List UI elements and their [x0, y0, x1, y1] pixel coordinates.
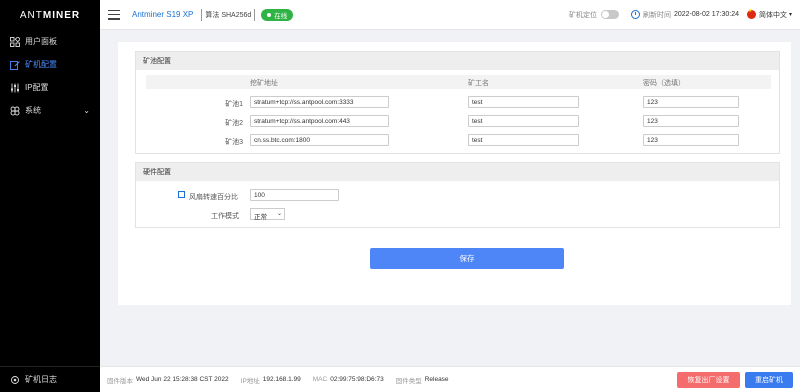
work-mode-label: 工作模式 — [211, 213, 239, 220]
top-right-controls: 矿机定位 刷新时间 2022-08-02 17:30:24 简体中文 ▾ — [568, 8, 792, 20]
sidebar-item-dashboard[interactable]: 用户面板 — [0, 30, 100, 53]
sidebar-item-label: 矿机配置 — [25, 60, 57, 69]
status-text: 在线 — [274, 12, 288, 20]
settings-log-icon — [9, 374, 20, 385]
sidebar-item-miner-log[interactable]: 矿机日志 — [0, 366, 100, 392]
pool-password-input[interactable] — [643, 134, 739, 146]
work-mode-select[interactable]: 正常 ⌄ — [250, 208, 285, 221]
firmware-type-value: Release — [424, 376, 449, 383]
online-dot-icon — [267, 12, 272, 17]
chevron-down-icon: ⌄ — [276, 211, 282, 217]
fan-speed-label: 风扇转速百分比 — [189, 194, 238, 201]
fan-speed-input[interactable] — [250, 189, 339, 201]
header-url: 挖矿地址 — [250, 80, 278, 87]
china-flag-icon[interactable] — [746, 8, 756, 19]
hardware-config-section: 硬件配置 风扇转速百分比 工作模式 正常 ⌄ — [135, 162, 780, 228]
pool-config-section: 矿池配置 挖矿地址 矿工名 密码（选填） 矿池1 矿池2 矿池3 — [135, 51, 780, 154]
pool-worker-input[interactable] — [468, 134, 579, 146]
pool-row: 矿池1 — [136, 96, 781, 110]
status-badge: 在线 — [261, 8, 294, 21]
pool-password-input[interactable] — [643, 96, 739, 108]
save-button[interactable]: 保存 — [370, 248, 564, 269]
config-panel: 矿池配置 挖矿地址 矿工名 密码（选填） 矿池1 矿池2 矿池3 — [118, 42, 791, 305]
header-worker: 矿工名 — [468, 80, 489, 87]
pool-table-header: 挖矿地址 矿工名 密码（选填） — [146, 75, 771, 89]
algorithm-badge: 算法 SHA256d — [201, 8, 256, 21]
chevron-down-icon[interactable]: ▾ — [789, 11, 792, 18]
firmware-version-label: 固件版本 — [107, 377, 133, 385]
hamburger-menu-icon[interactable] — [108, 9, 120, 20]
main-content: 矿池配置 挖矿地址 矿工名 密码（选填） 矿池1 矿池2 矿池3 — [100, 30, 800, 366]
edit-config-icon — [9, 59, 20, 70]
pool-row: 矿池2 — [136, 115, 781, 129]
language-select[interactable]: 简体中文 — [759, 10, 787, 20]
sliders-icon — [9, 82, 20, 93]
locate-label: 矿机定位 — [568, 11, 597, 19]
system-icon — [9, 105, 20, 116]
refresh-datetime: 2022-08-02 17:30:24 — [673, 11, 739, 18]
pool-worker-input[interactable] — [468, 96, 579, 108]
work-mode-value: 正常 — [254, 214, 267, 221]
sidebar-item-system[interactable]: 系统 ⌄ — [0, 99, 100, 122]
sidebar: ANT MINER 用户面板 矿机配置 IP配置 系统 ⌄ 矿机日志 — [0, 0, 100, 392]
firmware-type-label: 固件类型 — [395, 377, 422, 385]
ip-label: IP地址 — [240, 377, 260, 385]
refresh-label: 刷新时间 — [642, 11, 671, 19]
firmware-version-value: Wed Jun 22 15:28:38 CST 2022 — [136, 376, 229, 383]
top-bar: Antminer S19 XP 算法 SHA256d 在线 矿机定位 刷新时间 … — [100, 0, 800, 30]
mac-label: MAC — [312, 376, 328, 383]
locate-toggle[interactable] — [600, 10, 619, 19]
fan-speed-row: 风扇转速百分比 — [136, 189, 781, 203]
pool-label: 矿池1 — [225, 101, 243, 108]
sidebar-item-label: 系统 — [25, 106, 41, 115]
mac-value: 02:99:75:98:D6:73 — [330, 376, 384, 383]
sidebar-item-label: IP配置 — [25, 83, 49, 92]
factory-reset-button[interactable]: 恢复出厂设置 — [677, 372, 740, 388]
header-password: 密码（选填） — [643, 80, 685, 87]
work-mode-row: 工作模式 正常 ⌄ — [136, 208, 781, 222]
section-title: 硬件配置 — [136, 163, 779, 181]
sidebar-item-label: 用户面板 — [25, 37, 57, 46]
miner-model: Antminer S19 XP — [132, 10, 194, 19]
sidebar-item-ip-config[interactable]: IP配置 — [0, 76, 100, 99]
chevron-down-icon: ⌄ — [83, 106, 90, 115]
pool-label: 矿池3 — [225, 139, 243, 146]
pool-row: 矿池3 — [136, 134, 781, 148]
section-title: 矿池配置 — [136, 52, 779, 70]
pool-label: 矿池2 — [225, 120, 243, 127]
logo-text-bold: MINER — [42, 9, 81, 21]
pool-url-input[interactable] — [250, 134, 389, 146]
ip-value: 192.168.1.99 — [262, 376, 301, 383]
logo-text-light: ANT — [19, 9, 43, 21]
pool-url-input[interactable] — [250, 96, 389, 108]
fan-speed-checkbox[interactable] — [178, 191, 185, 198]
footer-bar: 固件版本 Wed Jun 22 15:28:38 CST 2022 IP地址 1… — [100, 366, 800, 392]
clock-icon — [630, 10, 640, 19]
pool-password-input[interactable] — [643, 115, 739, 127]
sidebar-item-miner-config[interactable]: 矿机配置 — [0, 53, 100, 76]
antminer-logo[interactable]: ANT MINER — [0, 0, 100, 30]
sidebar-foot-label: 矿机日志 — [25, 375, 57, 384]
pool-worker-input[interactable] — [468, 115, 579, 127]
grid-icon — [9, 36, 20, 47]
pool-url-input[interactable] — [250, 115, 389, 127]
reboot-button[interactable]: 重启矿机 — [745, 372, 793, 388]
